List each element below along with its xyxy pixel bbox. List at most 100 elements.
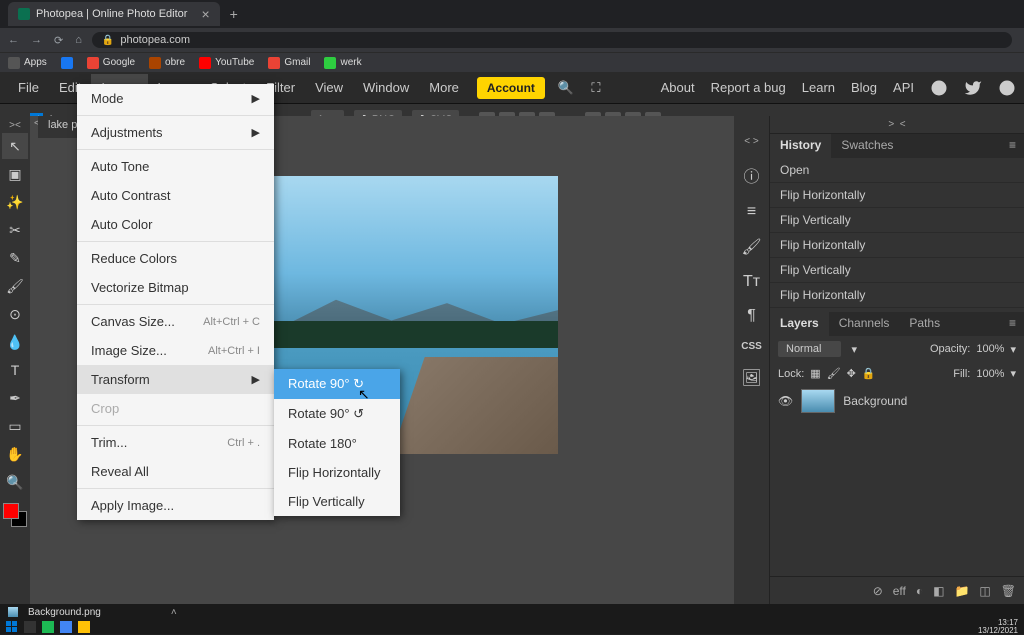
submenu-item[interactable]: Flip Vertically <box>274 487 400 516</box>
tab-channels[interactable]: Channels <box>829 312 900 336</box>
lock-transparency-icon[interactable]: ▦ <box>810 367 820 380</box>
layer-row[interactable]: 👁 Background <box>770 385 1024 417</box>
menu-item-transform[interactable]: Transform▶ <box>77 365 274 394</box>
clone-tool[interactable]: ⊙ <box>2 301 28 327</box>
css-icon[interactable]: CSS <box>741 341 762 352</box>
windows-start-icon[interactable] <box>6 621 18 633</box>
image-panel-icon[interactable]: 🖼 <box>741 368 761 388</box>
menu-item-apply-image-[interactable]: Apply Image... <box>77 491 274 520</box>
history-item[interactable]: Flip Vertically <box>770 258 1024 283</box>
taskbar-search-icon[interactable] <box>24 621 36 633</box>
bookmark-item[interactable]: Gmail <box>268 57 310 69</box>
menubar-link[interactable]: Blog <box>851 80 877 95</box>
pen-tool[interactable]: ✒ <box>2 385 28 411</box>
menubar-link[interactable]: Learn <box>802 80 835 95</box>
bookmark-item[interactable]: Google <box>87 57 135 69</box>
history-item[interactable]: Flip Horizontally <box>770 183 1024 208</box>
menu-item-mode[interactable]: Mode▶ <box>77 84 274 113</box>
menu-item-auto-tone[interactable]: Auto Tone <box>77 152 274 181</box>
move-tool[interactable]: ↖ <box>2 133 28 159</box>
bookmark-item[interactable]: werk <box>324 57 361 69</box>
layer-thumbnail[interactable] <box>801 389 835 413</box>
lock-paint-icon[interactable]: 🖌 <box>827 367 841 380</box>
history-item[interactable]: Flip Horizontally <box>770 233 1024 258</box>
brush-tool[interactable]: 🖌 <box>2 273 28 299</box>
character-icon[interactable]: Tт <box>743 273 760 291</box>
menu-file[interactable]: File <box>8 74 49 101</box>
taskbar-app-icon[interactable] <box>42 621 54 633</box>
nav-forward-icon[interactable]: → <box>31 34 42 47</box>
fullscreen-icon[interactable]: ⛶ <box>587 79 605 97</box>
layer-name[interactable]: Background <box>843 394 907 408</box>
menu-item-canvas-size-[interactable]: Canvas Size...Alt+Ctrl + C <box>77 307 274 336</box>
new-layer-icon[interactable]: ◫ <box>979 584 990 598</box>
browser-tab[interactable]: Photopea | Online Photo Editor × <box>8 2 220 26</box>
bookmark-item[interactable]: Apps <box>8 57 47 69</box>
history-item[interactable]: Flip Vertically <box>770 208 1024 233</box>
taskbar-clock[interactable]: 13:17 13/12/2021 <box>978 619 1018 635</box>
blend-mode-select[interactable]: Normal <box>778 341 841 357</box>
eyedropper-tool[interactable]: ✎ <box>2 245 28 271</box>
menu-item-trim-[interactable]: Trim...Ctrl + . <box>77 428 274 457</box>
menubar-link[interactable]: Report a bug <box>711 80 786 95</box>
opacity-value[interactable]: 100% <box>976 343 1004 355</box>
foreground-color[interactable] <box>3 503 19 519</box>
menu-window[interactable]: Window <box>353 74 419 101</box>
panel-collapse[interactable]: > < <box>770 116 1024 134</box>
submenu-item[interactable]: Flip Horizontally <box>274 458 400 487</box>
taskbar-explorer-icon[interactable] <box>78 621 90 633</box>
panel-menu-icon[interactable]: ≡ <box>1001 312 1024 336</box>
nav-reload-icon[interactable]: ⟳ <box>54 34 63 47</box>
tab-history[interactable]: History <box>770 134 831 158</box>
lock-all-icon[interactable]: 🔒 <box>862 367 876 380</box>
collapse-icon[interactable]: >< <box>9 120 21 131</box>
crop-tool[interactable]: ✂ <box>2 217 28 243</box>
marquee-tool[interactable]: ▣ <box>2 161 28 187</box>
bookmark-item[interactable]: YouTube <box>199 57 254 69</box>
bookmark-item[interactable] <box>61 57 73 69</box>
hand-tool[interactable]: ✋ <box>2 441 28 467</box>
new-folder-icon[interactable]: 📁 <box>954 584 969 598</box>
history-item[interactable]: Flip Horizontally <box>770 283 1024 308</box>
facebook-icon[interactable] <box>998 79 1016 97</box>
reddit-icon[interactable] <box>930 79 948 97</box>
nav-back-icon[interactable]: ← <box>8 34 19 47</box>
link-layers-icon[interactable]: ⊘ <box>873 584 883 598</box>
menu-item-reveal-all[interactable]: Reveal All <box>77 457 274 486</box>
brush-panel-icon[interactable]: 🖌 <box>741 237 761 257</box>
submenu-item[interactable]: Rotate 90° ↻ <box>274 369 400 399</box>
layer-mask-icon[interactable]: ◐ <box>916 584 923 598</box>
nav-home-icon[interactable]: ⌂ <box>75 34 82 47</box>
menu-item-auto-color[interactable]: Auto Color <box>77 210 274 239</box>
url-field[interactable]: 🔒 photopea.com <box>92 32 1012 48</box>
zoom-tool[interactable]: 🔍 <box>2 469 28 495</box>
menu-item-image-size-[interactable]: Image Size...Alt+Ctrl + I <box>77 336 274 365</box>
menu-item-auto-contrast[interactable]: Auto Contrast <box>77 181 274 210</box>
menubar-link[interactable]: API <box>893 80 914 95</box>
text-tool[interactable]: T <box>2 357 28 383</box>
menu-item-reduce-colors[interactable]: Reduce Colors <box>77 244 274 273</box>
tab-layers[interactable]: Layers <box>770 312 829 336</box>
tab-paths[interactable]: Paths <box>899 312 950 336</box>
lock-position-icon[interactable]: ✥ <box>847 367 856 380</box>
panel-menu-icon[interactable]: ≡ <box>1001 134 1024 158</box>
tab-swatches[interactable]: Swatches <box>831 134 903 158</box>
paragraph-icon[interactable]: ¶ <box>747 307 756 325</box>
status-chevron-icon[interactable]: ˄ <box>171 607 177 618</box>
new-tab-button[interactable]: + <box>230 6 238 22</box>
adjustment-layer-icon[interactable]: ◧ <box>933 584 944 598</box>
account-button[interactable]: Account <box>477 77 545 99</box>
menu-view[interactable]: View <box>305 74 353 101</box>
wand-tool[interactable]: ✨ <box>2 189 28 215</box>
submenu-item[interactable]: Rotate 90° ↺ <box>274 399 400 429</box>
layer-visibility-icon[interactable]: 👁 <box>778 394 793 408</box>
info-icon[interactable]: ⓘ <box>743 163 759 187</box>
color-swatches[interactable] <box>3 503 27 527</box>
history-item[interactable]: Open <box>770 158 1024 183</box>
blur-tool[interactable]: 💧 <box>2 329 28 355</box>
layer-fx-icon[interactable]: eff <box>893 584 906 598</box>
taskbar-chrome-icon[interactable] <box>60 621 72 633</box>
menu-item-vectorize-bitmap[interactable]: Vectorize Bitmap <box>77 273 274 302</box>
shape-tool[interactable]: ▭ <box>2 413 28 439</box>
submenu-item[interactable]: Rotate 180° <box>274 429 400 458</box>
